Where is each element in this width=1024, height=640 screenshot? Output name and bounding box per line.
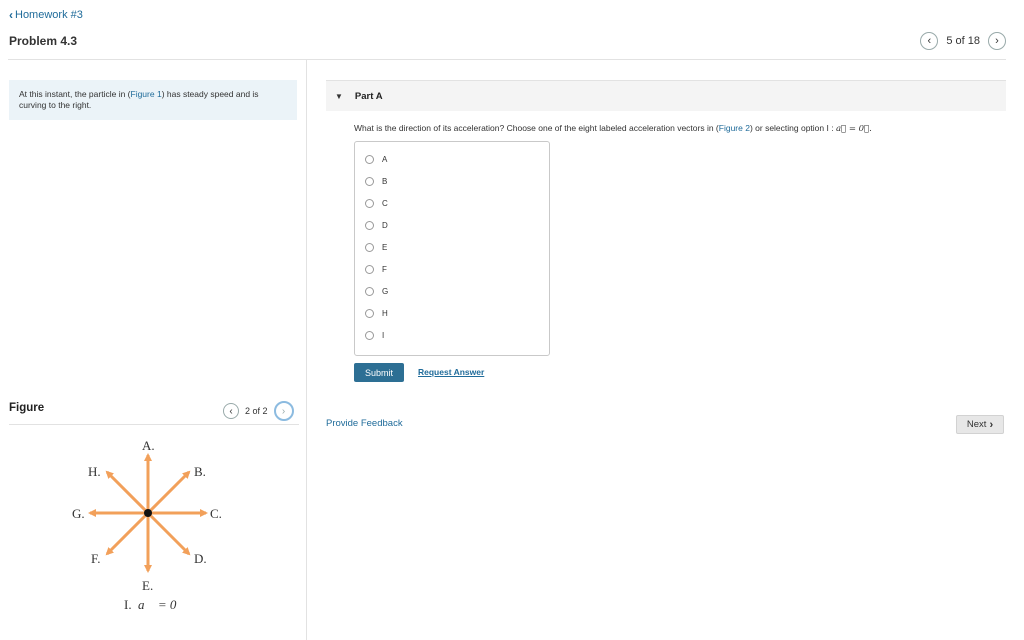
- label-h: H.: [88, 464, 101, 479]
- label-f: F.: [91, 551, 100, 566]
- option-f[interactable]: F: [365, 265, 387, 274]
- collapse-triangle-icon: ▼: [335, 91, 343, 101]
- radio-button[interactable]: [365, 199, 374, 208]
- question-text-before: What is the direction of its acceleratio…: [354, 123, 719, 133]
- intro-text-before: At this instant, the particle in (: [19, 89, 131, 99]
- problem-pager: ‹ 5 of 18 ›: [920, 32, 1006, 50]
- provide-feedback-link[interactable]: Provide Feedback: [326, 418, 403, 429]
- question-text-after: ) or selecting option I :: [749, 123, 836, 133]
- arrow-d: [146, 511, 191, 556]
- radio-button[interactable]: [365, 331, 374, 340]
- label-g: G.: [72, 506, 85, 521]
- arrow-h: [105, 470, 150, 515]
- label-c: C.: [210, 506, 222, 521]
- figure-title: Figure: [9, 402, 45, 414]
- question-math: a⃗ = 0⃗.: [835, 124, 872, 134]
- back-link-label: Homework #3: [15, 9, 83, 21]
- chevron-right-icon: ›: [281, 405, 286, 417]
- radio-button[interactable]: [365, 287, 374, 296]
- option-c[interactable]: C: [365, 199, 388, 208]
- part-a-label: Part A: [354, 90, 383, 102]
- submit-button[interactable]: Submit: [354, 363, 404, 382]
- arrow-f: [105, 511, 150, 556]
- option-label: D: [382, 221, 388, 230]
- radio-button[interactable]: [365, 265, 374, 274]
- label-i-equation: a⃗ = 0⃗: [138, 597, 187, 612]
- next-figure-button[interactable]: ›: [273, 401, 294, 421]
- figure-2-link[interactable]: Figure 2: [719, 123, 750, 133]
- option-label: B: [382, 177, 388, 186]
- next-button[interactable]: Next ›: [956, 415, 1004, 434]
- radio-button[interactable]: [365, 243, 374, 252]
- option-d[interactable]: D: [365, 221, 388, 230]
- figure-pager-text: 2 of 2: [245, 406, 268, 416]
- option-b[interactable]: B: [365, 177, 387, 186]
- option-a[interactable]: A: [365, 155, 387, 164]
- panel-divider: [306, 60, 307, 640]
- arrow-b: [146, 470, 191, 515]
- previous-figure-button[interactable]: ‹: [223, 403, 239, 419]
- next-problem-button[interactable]: ›: [988, 32, 1006, 50]
- problem-pager-text: 5 of 18: [946, 35, 980, 47]
- back-to-homework-link[interactable]: ‹ Homework #3: [9, 8, 83, 22]
- acceleration-vectors-figure: A. B. C. D. E. F. G. H. I. a⃗ = 0⃗: [72, 438, 222, 612]
- answer-options: A B C D E F G H I: [354, 141, 550, 356]
- radio-button[interactable]: [365, 177, 374, 186]
- request-answer-link[interactable]: Request Answer: [418, 367, 484, 377]
- option-g[interactable]: G: [365, 287, 388, 296]
- label-e: E.: [142, 578, 153, 593]
- chevron-right-icon: ›: [995, 35, 999, 47]
- figure-1-link[interactable]: Figure 1: [131, 89, 162, 99]
- problem-title: Problem 4.3: [9, 34, 78, 48]
- option-label: C: [382, 199, 388, 208]
- option-e[interactable]: E: [365, 243, 387, 252]
- radio-button[interactable]: [365, 309, 374, 318]
- chevron-left-icon: ‹: [229, 405, 233, 417]
- option-i[interactable]: I: [365, 331, 384, 340]
- chevron-right-icon: ›: [989, 418, 994, 431]
- question-text: What is the direction of its acceleratio…: [354, 123, 872, 134]
- option-label: H: [382, 309, 388, 318]
- label-d: D.: [194, 551, 207, 566]
- radio-button[interactable]: [365, 221, 374, 230]
- header-divider: [8, 59, 1006, 60]
- option-label: G: [382, 287, 389, 296]
- previous-problem-button[interactable]: ‹: [920, 32, 939, 50]
- radio-button[interactable]: [365, 155, 374, 164]
- figure-divider: [9, 424, 299, 425]
- part-a-header[interactable]: ▼ Part A: [326, 80, 1006, 111]
- option-label: I: [382, 331, 385, 340]
- next-button-label: Next: [966, 419, 987, 430]
- label-a: A.: [142, 438, 155, 453]
- problem-intro: At this instant, the particle in (Figure…: [9, 80, 297, 120]
- option-h[interactable]: H: [365, 309, 388, 318]
- particle-dot: [144, 509, 152, 517]
- option-label: A: [382, 155, 388, 164]
- option-label: E: [382, 243, 388, 252]
- chevron-left-icon: ‹: [927, 35, 932, 47]
- label-i-prefix: I.: [124, 597, 132, 612]
- figure-pager: ‹ 2 of 2 ›: [223, 401, 294, 421]
- label-b: B.: [194, 464, 206, 479]
- chevron-left-icon: ‹: [9, 8, 13, 22]
- option-label: F: [382, 265, 387, 274]
